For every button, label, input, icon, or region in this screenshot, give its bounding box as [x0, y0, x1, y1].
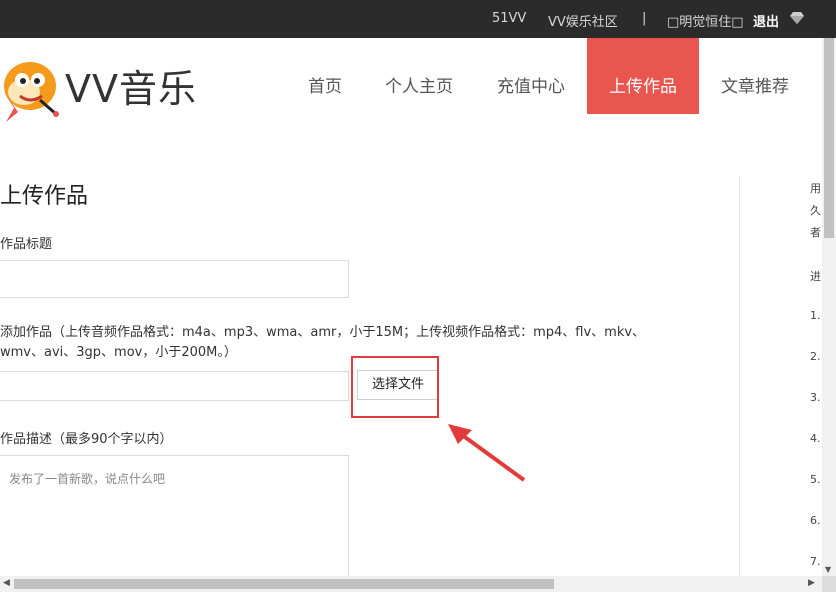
brand-name[interactable]: VV音乐: [65, 58, 197, 113]
horizontal-scroll-thumb[interactable]: [14, 579, 554, 589]
scrollbar-corner: [822, 576, 836, 592]
username-link[interactable]: □明觉恒住□: [667, 11, 744, 30]
vertical-scroll-thumb[interactable]: [824, 38, 834, 238]
logout-link[interactable]: 退出: [753, 11, 779, 30]
sidebar-fragment: 4.: [810, 432, 821, 445]
sidebar-fragment: 久: [810, 204, 821, 217]
diamond-icon[interactable]: [790, 12, 804, 24]
link-51vv[interactable]: 51VV: [492, 11, 526, 26]
annotation-highlight-box: [351, 356, 439, 418]
nav-upload[interactable]: 上传作品: [587, 38, 699, 114]
nav-profile[interactable]: 个人主页: [372, 38, 466, 114]
sidebar-fragment: 5.: [810, 473, 821, 486]
site-header: VV音乐 首页 个人主页 充值中心 上传作品 文章推荐: [0, 38, 822, 138]
sidebar-fragment: 1.: [810, 309, 821, 322]
file-path-input[interactable]: [0, 371, 349, 401]
sidebar-fragment: 用: [810, 182, 821, 195]
top-bar: 51VV VV娱乐社区 | □明觉恒住□ 退出: [0, 0, 836, 38]
file-field-label: 添加作品（上传音频作品格式：m4a、mp3、wma、amr，小于15M；上传视频…: [0, 325, 646, 360]
sidebar-fragment: 3.: [810, 391, 821, 404]
nav-articles[interactable]: 文章推荐: [708, 38, 802, 114]
sidebar-fragment: 者: [810, 226, 821, 239]
horizontal-scrollbar[interactable]: ◀ ▶: [0, 576, 822, 592]
sidebar-fragment: 进: [810, 270, 821, 283]
bottom-strip: [0, 592, 836, 601]
sidebar-fragment: 7.: [810, 555, 821, 568]
mascot-logo-icon[interactable]: [0, 52, 62, 126]
nav-recharge[interactable]: 充值中心: [484, 38, 578, 114]
description-textarea[interactable]: 发布了一首新歌，说点什么吧: [0, 455, 349, 585]
vertical-scrollbar[interactable]: ▼: [822, 38, 836, 576]
separator: |: [642, 11, 647, 26]
link-vv-community[interactable]: VV娱乐社区: [548, 11, 618, 30]
scroll-right-icon[interactable]: ▶: [808, 578, 815, 588]
description-placeholder: 发布了一首新歌，说点什么吧: [9, 472, 166, 486]
annotation-arrow-icon: [448, 424, 526, 482]
scroll-left-icon[interactable]: ◀: [3, 578, 10, 588]
scroll-down-icon[interactable]: ▼: [825, 565, 831, 574]
title-input[interactable]: [0, 260, 349, 298]
column-divider: [739, 176, 740, 576]
description-field-label: 作品描述（最多90个字以内）: [0, 432, 173, 447]
page-title: 上传作品: [0, 184, 89, 209]
sidebar-fragment: 2.: [810, 350, 821, 363]
sidebar-fragment: 6.: [810, 514, 821, 527]
nav-home[interactable]: 首页: [296, 38, 354, 114]
title-field-label: 作品标题: [0, 237, 53, 252]
